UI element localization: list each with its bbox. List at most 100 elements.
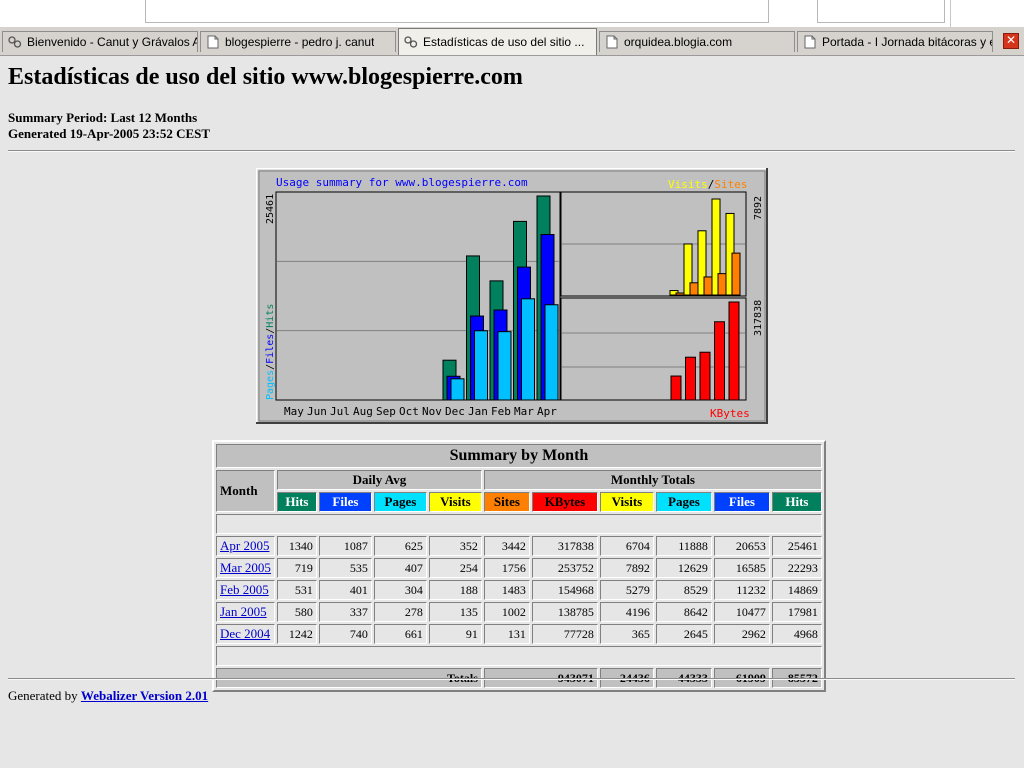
bar-pages bbox=[521, 298, 535, 401]
files-cell: 20653 bbox=[713, 536, 770, 556]
kbytes-cell: 138785 bbox=[531, 602, 598, 622]
col-sites: Sites bbox=[483, 492, 530, 512]
visits-cell: 6704 bbox=[599, 536, 654, 556]
daily-visits-cell: 91 bbox=[428, 624, 482, 644]
bar-sites bbox=[675, 292, 685, 296]
daily-files-cell: 337 bbox=[318, 602, 372, 622]
axis-legend-hits: Hits bbox=[265, 304, 276, 328]
month-link[interactable]: Feb 2005 bbox=[220, 582, 269, 597]
bar-sites bbox=[731, 252, 741, 296]
sites-cell: 1756 bbox=[483, 558, 530, 578]
webalizer-link[interactable]: Webalizer Version 2.01 bbox=[81, 688, 208, 703]
month-cell: Dec 2004 bbox=[216, 624, 275, 644]
address-bar[interactable] bbox=[145, 0, 769, 23]
page-icon bbox=[803, 35, 817, 49]
tab-label: blogespierre - pedro j. canut bbox=[225, 35, 375, 49]
month-cell: Feb 2005 bbox=[216, 580, 275, 600]
col-daily-hits: Hits bbox=[276, 492, 317, 512]
month-label: Aug bbox=[353, 405, 373, 418]
tab-bienvenido[interactable]: Bienvenido - Canut y Grávalos A... bbox=[2, 31, 198, 52]
search-box[interactable] bbox=[817, 0, 945, 23]
daily-pages-cell: 278 bbox=[373, 602, 427, 622]
table-row: Mar 2005 719 535 407 254 1756 253752 789… bbox=[216, 558, 822, 578]
footer-prefix: Generated by bbox=[8, 688, 81, 703]
pages-cell: 2645 bbox=[655, 624, 712, 644]
daily-files-cell: 401 bbox=[318, 580, 372, 600]
bar-kbytes bbox=[728, 301, 740, 401]
daily-hits-cell: 580 bbox=[276, 602, 317, 622]
files-cell: 2962 bbox=[713, 624, 770, 644]
sites-cell: 1002 bbox=[483, 602, 530, 622]
tab-orquidea[interactable]: orquidea.blogia.com bbox=[599, 31, 795, 52]
browser-toolbar-strip bbox=[0, 0, 1024, 27]
tab-portada[interactable]: Portada - I Jornada bitácoras y e... bbox=[797, 31, 993, 52]
bar-kbytes bbox=[670, 375, 682, 401]
sites-cell: 3442 bbox=[483, 536, 530, 556]
bar-kbytes bbox=[699, 351, 711, 401]
axis-legend-files: Files bbox=[265, 334, 276, 364]
month-label: Mar bbox=[514, 405, 534, 418]
col-daily-files: Files bbox=[318, 492, 372, 512]
col-files: Files bbox=[713, 492, 770, 512]
month-link[interactable]: Apr 2005 bbox=[220, 538, 269, 553]
bar-pages bbox=[474, 330, 488, 401]
visits-max-label: 7892 bbox=[753, 196, 764, 220]
hits-cell: 14869 bbox=[771, 580, 822, 600]
kbytes-cell: 253752 bbox=[531, 558, 598, 578]
tab-label: Bienvenido - Canut y Grávalos A... bbox=[27, 35, 197, 49]
daily-pages-cell: 661 bbox=[373, 624, 427, 644]
hits-cell: 4968 bbox=[771, 624, 822, 644]
table-row: Jan 2005 580 337 278 135 1002 138785 419… bbox=[216, 602, 822, 622]
month-cell: Apr 2005 bbox=[216, 536, 275, 556]
bar-sites bbox=[717, 273, 727, 296]
kbytes-cell: 77728 bbox=[531, 624, 598, 644]
hits-cell: 25461 bbox=[771, 536, 822, 556]
close-tab-icon[interactable]: ✕ bbox=[1003, 33, 1019, 49]
month-link[interactable]: Dec 2004 bbox=[220, 626, 270, 641]
sites-cell: 131 bbox=[483, 624, 530, 644]
toolbar-divider bbox=[950, 0, 951, 27]
month-column-header: Month bbox=[216, 470, 275, 512]
daily-visits-cell: 135 bbox=[428, 602, 482, 622]
tab-blogespierre[interactable]: blogespierre - pedro j. canut bbox=[200, 31, 396, 52]
footer: Generated by Webalizer Version 2.01 bbox=[8, 688, 208, 704]
month-cell: Mar 2005 bbox=[216, 558, 275, 578]
bar-sites bbox=[703, 276, 713, 296]
pages-cell: 11888 bbox=[655, 536, 712, 556]
page-title: Estadísticas de uso del sitio www.bloges… bbox=[8, 64, 523, 90]
daily-pages-cell: 625 bbox=[373, 536, 427, 556]
bar-pages bbox=[450, 378, 465, 401]
month-cell: Jan 2005 bbox=[216, 602, 275, 622]
bar-kbytes bbox=[685, 356, 696, 401]
page-icon bbox=[206, 35, 220, 49]
tab-estadisticas[interactable]: Estadísticas de uso del sitio ... bbox=[398, 28, 597, 55]
visits-cell: 5279 bbox=[599, 580, 654, 600]
legend-slash: / bbox=[708, 178, 715, 191]
monthly-totals-header: Monthly Totals bbox=[483, 470, 822, 490]
daily-hits-cell: 531 bbox=[276, 580, 317, 600]
col-kbytes: KBytes bbox=[531, 492, 598, 512]
legend-sites: Sites bbox=[714, 178, 747, 191]
files-cell: 11232 bbox=[713, 580, 770, 600]
sites-cell: 1483 bbox=[483, 580, 530, 600]
daily-files-cell: 740 bbox=[318, 624, 372, 644]
kbytes-cell: 317838 bbox=[531, 536, 598, 556]
kbytes-cell: 154968 bbox=[531, 580, 598, 600]
table-title: Summary by Month bbox=[216, 444, 822, 468]
daily-pages-cell: 407 bbox=[373, 558, 427, 578]
legend-kbytes: KBytes bbox=[710, 407, 750, 420]
pages-cell: 12629 bbox=[655, 558, 712, 578]
month-label: Feb bbox=[491, 405, 511, 418]
generated-date: Generated 19-Apr-2005 23:52 CEST bbox=[8, 126, 211, 141]
month-link[interactable]: Jan 2005 bbox=[220, 604, 267, 619]
col-daily-pages: Pages bbox=[373, 492, 427, 512]
daily-pages-cell: 304 bbox=[373, 580, 427, 600]
month-label: Sep bbox=[376, 405, 396, 418]
summary-by-month-table: Summary by Month Month Daily Avg Monthly… bbox=[212, 440, 826, 692]
files-cell: 10477 bbox=[713, 602, 770, 622]
left-axis-legend: Pages/Files/Hits bbox=[265, 304, 276, 400]
month-label: Jan bbox=[468, 405, 488, 418]
divider bbox=[8, 150, 1015, 152]
bar-pages bbox=[497, 331, 512, 401]
month-link[interactable]: Mar 2005 bbox=[220, 560, 271, 575]
